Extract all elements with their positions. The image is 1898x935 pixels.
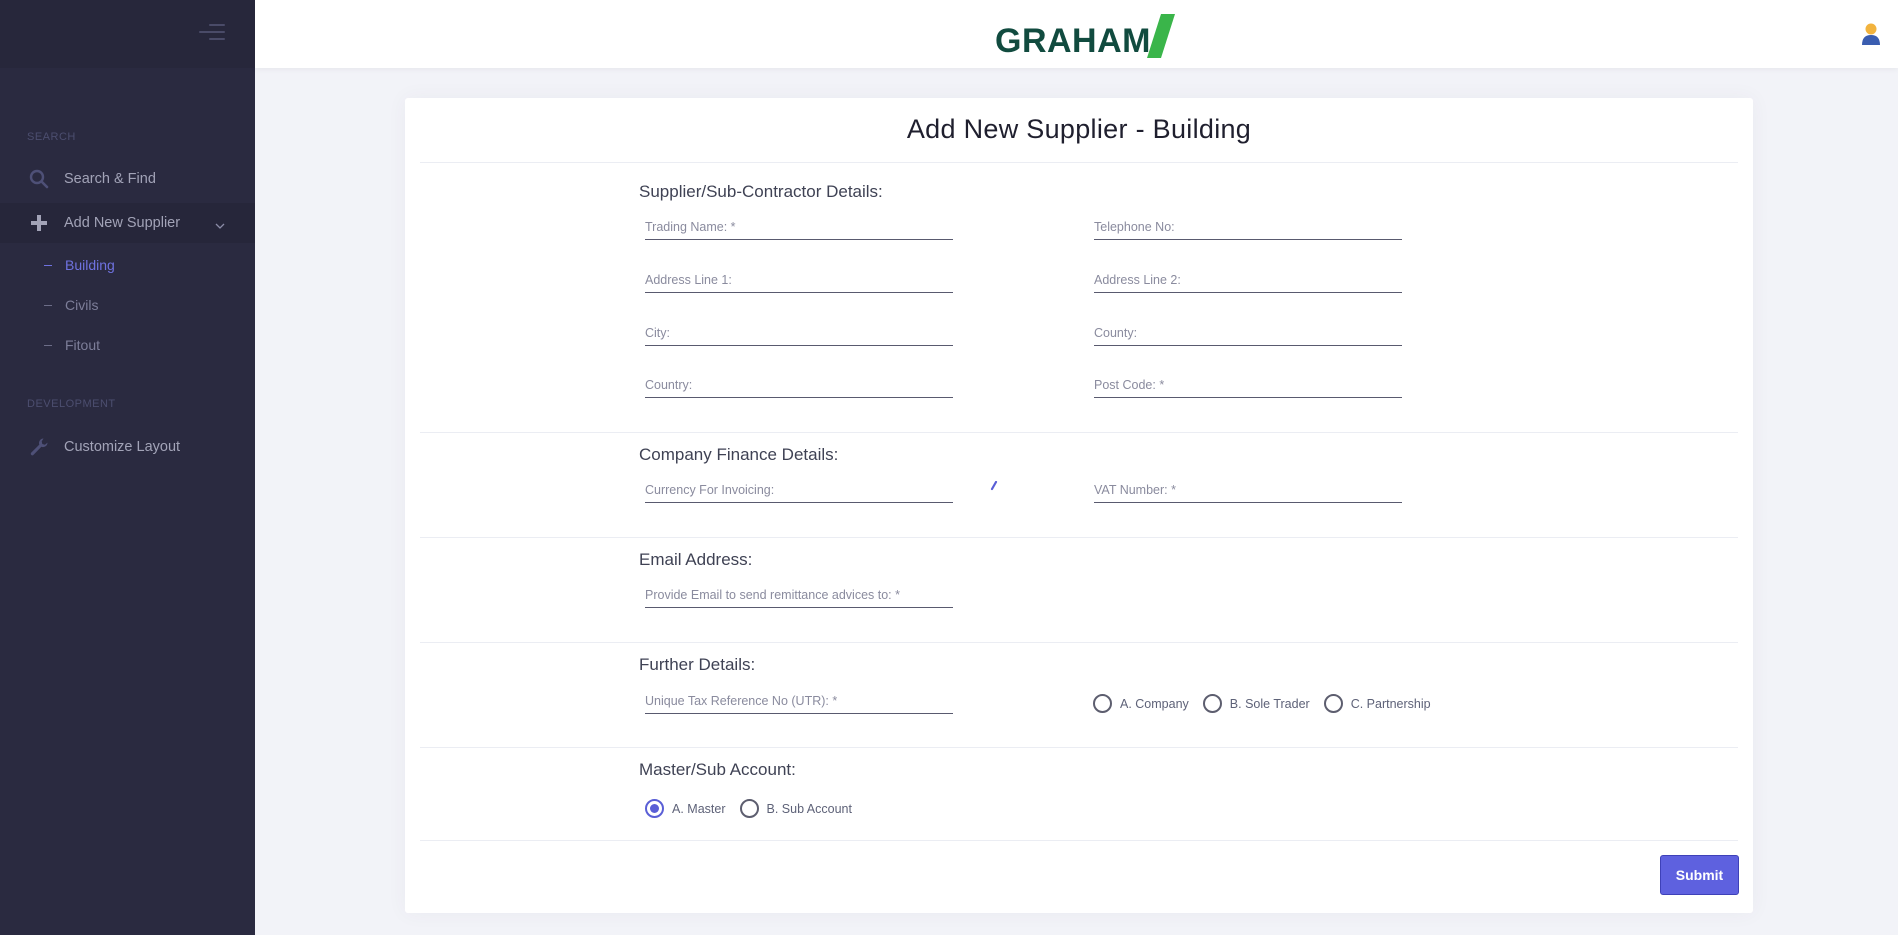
radio-label: B. Sole Trader — [1229, 696, 1310, 711]
utr-input[interactable] — [645, 688, 953, 712]
radio-label: A. Company — [1120, 696, 1189, 711]
radio-button[interactable] — [739, 799, 759, 818]
sidebar-subitem-label: Building — [65, 257, 115, 273]
radio-sub-account[interactable]: B. Sub Account — [739, 799, 852, 818]
trading-name-input[interactable] — [645, 214, 953, 238]
radio-button[interactable] — [1093, 694, 1112, 713]
post-code-field[interactable] — [1094, 372, 1402, 398]
submit-button[interactable]: Submit — [1660, 855, 1739, 895]
city-field[interactable] — [645, 320, 953, 346]
divider — [420, 537, 1738, 538]
sidebar-subitem-civils[interactable]: Civils — [0, 287, 255, 323]
radio-button[interactable] — [1323, 694, 1343, 713]
city-input[interactable] — [645, 320, 953, 344]
radio-label: B. Sub Account — [766, 801, 852, 816]
address-line-2-field[interactable] — [1094, 267, 1402, 293]
radio-company[interactable]: A. Company — [1093, 694, 1189, 713]
section-heading-supplier: Supplier/Sub-Contractor Details: — [639, 182, 883, 201]
bullet-dash — [44, 304, 52, 306]
vat-number-field[interactable] — [1094, 477, 1402, 503]
radio-button[interactable] — [645, 799, 664, 818]
post-code-input[interactable] — [1094, 372, 1402, 396]
bullet-dash — [44, 264, 52, 266]
sidebar-item-label: Add New Supplier — [64, 215, 181, 231]
search-icon — [28, 168, 50, 190]
divider — [420, 840, 1738, 841]
sidebar-item-customize-layout[interactable]: Customize Layout — [0, 427, 255, 467]
radio-label: A. Master — [672, 801, 726, 816]
sidebar-section-development: DEVELOPMENT — [27, 398, 116, 410]
county-field[interactable] — [1094, 320, 1402, 346]
county-input[interactable] — [1094, 320, 1402, 344]
logo-slash-icon — [1146, 14, 1175, 58]
divider — [420, 432, 1738, 433]
radio-label: C. Partnership — [1350, 696, 1431, 711]
sidebar-item-search-find[interactable]: Search & Find — [0, 159, 255, 199]
trading-name-field[interactable] — [645, 214, 953, 240]
country-field[interactable] — [645, 372, 953, 398]
divider — [420, 642, 1738, 643]
section-heading-further: Further Details: — [639, 655, 756, 674]
currency-field[interactable] — [645, 477, 953, 503]
divider — [420, 747, 1738, 748]
email-field[interactable] — [645, 582, 953, 608]
telephone-input[interactable] — [1094, 214, 1402, 238]
menu-toggle-icon[interactable] — [199, 24, 225, 44]
account-type-radio-group: A. Master B. Sub Account — [645, 799, 866, 818]
chevron-down-icon — [215, 217, 225, 235]
sidebar-subitem-label: Fitout — [65, 337, 101, 353]
telephone-field[interactable] — [1094, 214, 1402, 240]
company-type-radio-group: A. Company B. Sole Trader C. Partnership — [1093, 694, 1445, 713]
sidebar-item-label: Search & Find — [64, 171, 156, 187]
section-heading-master: Master/Sub Account: — [639, 760, 796, 779]
address-line-1-input[interactable] — [645, 267, 953, 291]
top-header: GRAHAM — [255, 0, 1898, 68]
section-heading-finance: Company Finance Details: — [639, 445, 839, 464]
vat-number-input[interactable] — [1094, 477, 1402, 501]
graham-logo[interactable]: GRAHAM — [995, 14, 1175, 58]
sidebar-header — [0, 0, 255, 68]
page-title: Add New Supplier - Building — [906, 114, 1252, 144]
sidebar: SEARCH Search & Find Add New Supplier Bu… — [0, 0, 255, 935]
divider — [420, 162, 1738, 163]
wrench-icon — [28, 436, 50, 458]
sidebar-subitem-label: Civils — [65, 297, 99, 313]
sidebar-section-search: SEARCH — [27, 131, 76, 143]
radio-partnership[interactable]: C. Partnership — [1323, 694, 1431, 713]
user-avatar-icon[interactable] — [1860, 22, 1882, 46]
supplier-form-card: Add New Supplier - Building Supplier/Sub… — [405, 98, 1753, 913]
sidebar-subitem-building[interactable]: Building — [0, 247, 255, 283]
sidebar-subitem-fitout[interactable]: Fitout — [0, 327, 255, 363]
country-input[interactable] — [645, 372, 953, 396]
address-line-1-field[interactable] — [645, 267, 953, 293]
plus-icon — [28, 212, 50, 234]
utr-field[interactable] — [645, 688, 953, 714]
sidebar-item-label: Customize Layout — [64, 439, 181, 455]
sidebar-item-add-new-supplier[interactable]: Add New Supplier — [0, 203, 255, 243]
loading-spinner-icon — [990, 481, 998, 491]
radio-master[interactable]: A. Master — [645, 799, 726, 818]
logo-text: GRAHAM — [995, 22, 1151, 60]
section-heading-email: Email Address: — [639, 550, 753, 569]
radio-button[interactable] — [1202, 694, 1222, 713]
email-input[interactable] — [645, 582, 953, 606]
radio-sole-trader[interactable]: B. Sole Trader — [1202, 694, 1310, 713]
bullet-dash — [44, 344, 52, 346]
currency-input[interactable] — [645, 477, 953, 501]
address-line-2-input[interactable] — [1094, 267, 1402, 291]
